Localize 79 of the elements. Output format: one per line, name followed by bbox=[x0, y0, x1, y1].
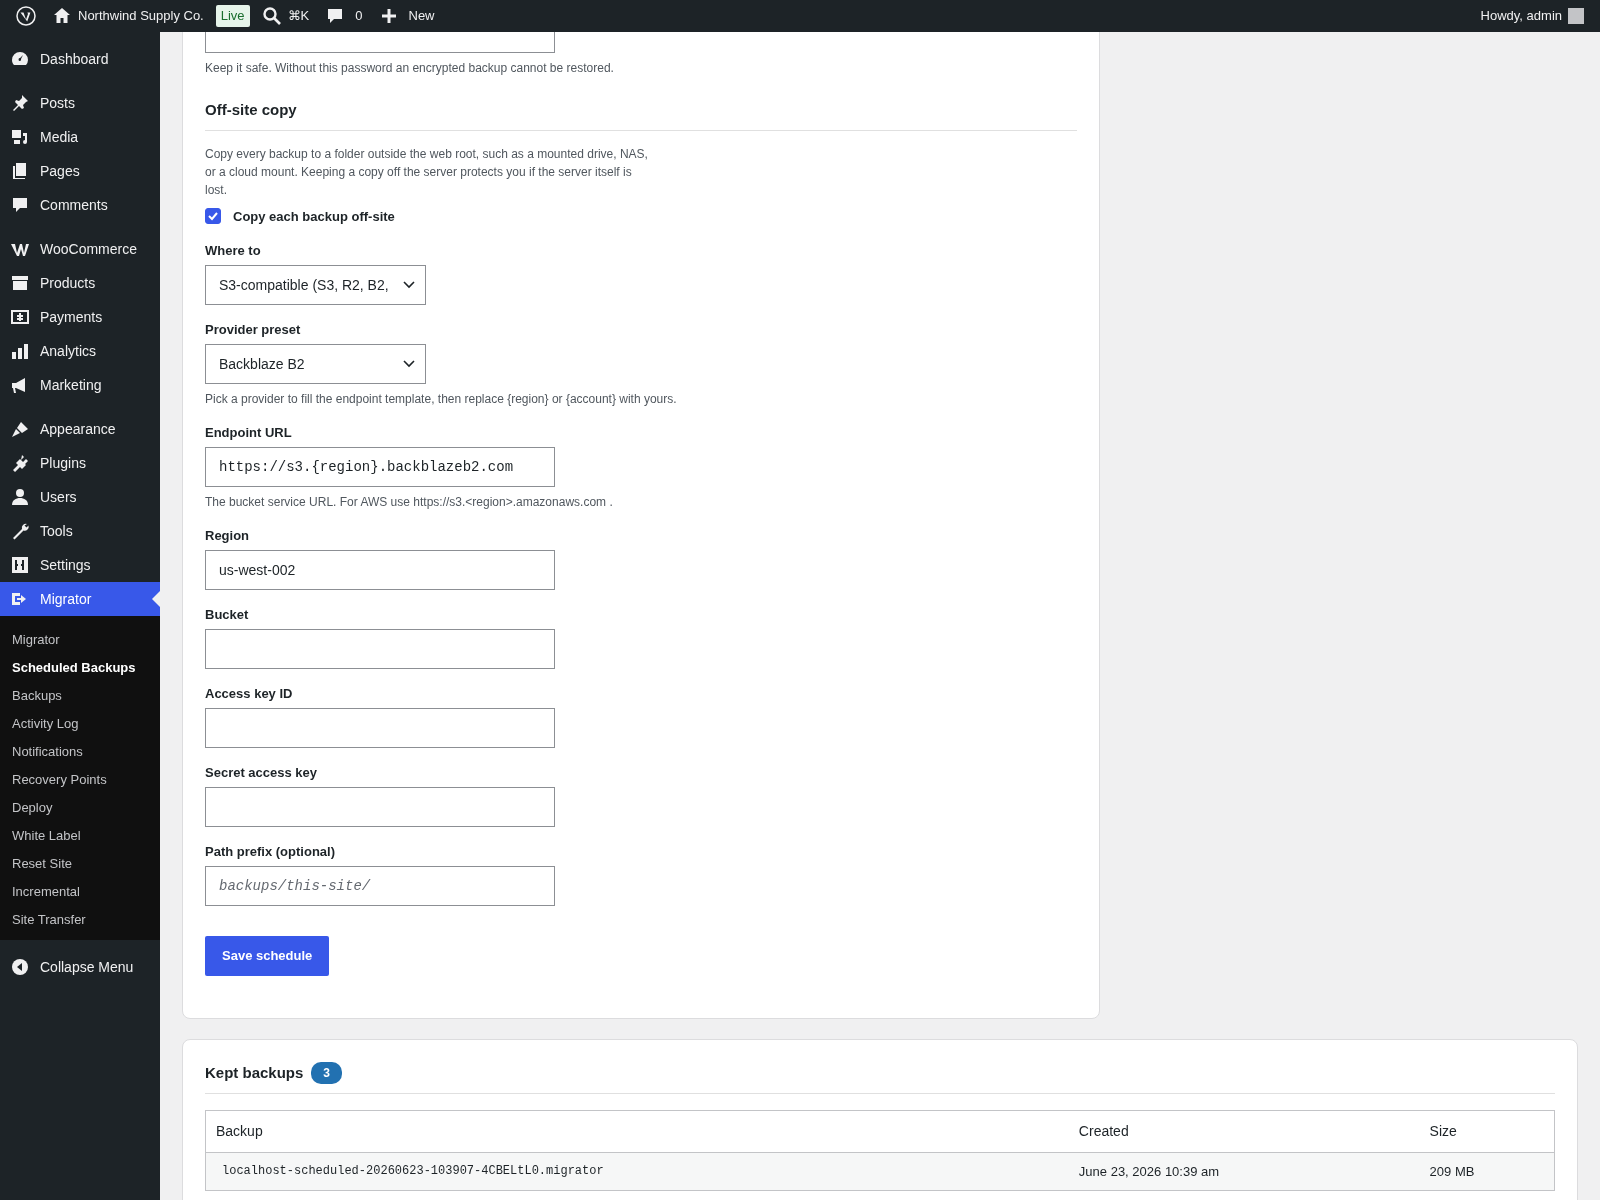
sidebar-item[interactable]: Payments bbox=[0, 300, 160, 334]
sidebar-item[interactable]: Posts bbox=[0, 86, 160, 120]
sidebar-item[interactable]: Appearance bbox=[0, 412, 160, 446]
input-field[interactable] bbox=[205, 787, 555, 827]
payments-icon bbox=[10, 307, 30, 327]
column-header: Created bbox=[1068, 1110, 1420, 1152]
bar-chart-icon bbox=[10, 341, 30, 361]
table-cell: localhost-scheduled-20260623-103907-4CBELtL0.migrator bbox=[205, 1152, 1069, 1191]
count-badge: 3 bbox=[311, 1062, 343, 1085]
section-heading: Off-site copy bbox=[205, 99, 1077, 131]
field-label: Endpoint URL bbox=[205, 425, 293, 441]
submenu-item[interactable]: Notifications bbox=[0, 738, 160, 766]
submenu-item[interactable]: Deploy bbox=[0, 794, 160, 822]
submenu-item[interactable]: Backups bbox=[0, 682, 160, 710]
card-title: Kept backups bbox=[205, 1063, 304, 1083]
table-cell: June 23, 2026 10:39 am bbox=[1068, 1152, 1420, 1191]
sidebar-item[interactable]: Pages bbox=[0, 154, 160, 188]
input-field[interactable] bbox=[205, 708, 555, 748]
greeting-link[interactable]: Howdy, admin bbox=[1480, 6, 1562, 26]
media-icon bbox=[10, 127, 30, 147]
field-label: Secret access key bbox=[205, 765, 319, 781]
home-icon bbox=[52, 6, 72, 26]
sidebar-item[interactable]: WooCommerce bbox=[0, 232, 160, 266]
user-icon bbox=[10, 487, 30, 507]
environment-badge: Live bbox=[215, 5, 250, 27]
column-header: Size bbox=[1419, 1110, 1555, 1152]
left-arrow-circle-icon bbox=[10, 957, 30, 977]
submenu-item[interactable]: Recovery Points bbox=[0, 766, 160, 794]
sidebar-item[interactable]: Comments bbox=[0, 188, 160, 222]
field-label: Bucket bbox=[205, 607, 250, 623]
checkbox[interactable] bbox=[205, 208, 221, 225]
field-label: Path prefix (optional) bbox=[205, 844, 336, 860]
input-field[interactable]: backups/this-site/ bbox=[205, 866, 555, 906]
sidebar-item[interactable]: Settings bbox=[0, 548, 160, 582]
sidebar-item[interactable]: Plugins bbox=[0, 446, 160, 480]
input-field[interactable]: https://s3.{region}.backblazeb2.com bbox=[205, 447, 555, 487]
input-field[interactable]: us-west-002 bbox=[205, 550, 555, 590]
comment-icon bbox=[10, 195, 30, 215]
help-text: Pick a provider to fill the endpoint template, then replace {region} or {account} with yours. bbox=[205, 391, 678, 408]
sidebar-item[interactable]: Products bbox=[0, 266, 160, 300]
shortcut-label[interactable]: ⌘K bbox=[287, 6, 310, 26]
help-text: Keep it safe. Without this password an encrypted backup cannot be restored. bbox=[205, 60, 615, 77]
submenu-item[interactable]: White Label bbox=[0, 822, 160, 850]
submenu-item[interactable]: Site Transfer bbox=[0, 906, 160, 934]
sidebar-item[interactable]: Users bbox=[0, 480, 160, 514]
collapse-menu-button[interactable]: Collapse Menu bbox=[0, 950, 160, 984]
archive-icon bbox=[10, 273, 30, 293]
comment-count[interactable]: 0 bbox=[355, 6, 363, 26]
input-field[interactable] bbox=[205, 629, 555, 669]
column-header: Backup bbox=[205, 1110, 1069, 1152]
checkbox-label: Copy each backup off-site bbox=[233, 207, 395, 226]
section-description: Copy every backup to a folder outside the web root, such as a mounted drive, NAS, or a cloud mount. Keeping a copy off the server protects you if the server itself is lost. bbox=[205, 145, 649, 199]
field-label: Region bbox=[205, 528, 251, 544]
field-label: Provider preset bbox=[205, 322, 302, 338]
select-field[interactable]: S3-compatible (S3, R2, B2, bbox=[205, 265, 426, 305]
save-button[interactable]: Save schedule bbox=[205, 936, 330, 976]
sidebar-item[interactable]: Dashboard bbox=[0, 42, 160, 76]
sidebar-item[interactable]: Analytics bbox=[0, 334, 160, 368]
caret-icon bbox=[403, 360, 415, 368]
table-cell: 209 MB bbox=[1419, 1152, 1555, 1191]
sidebar-item[interactable]: Tools bbox=[0, 514, 160, 548]
new-link[interactable]: New bbox=[408, 6, 435, 26]
field-label: Access key ID bbox=[205, 686, 294, 702]
sidebar-item[interactable]: Migrator bbox=[0, 582, 160, 616]
submenu-item[interactable]: Reset Site bbox=[0, 850, 160, 878]
avatar-icon bbox=[1568, 8, 1584, 24]
sidebar-item[interactable]: Marketing bbox=[0, 368, 160, 402]
submenu-item[interactable]: Scheduled Backups bbox=[0, 654, 160, 682]
submenu-item[interactable]: Activity Log bbox=[0, 710, 160, 738]
field-label: Where to bbox=[205, 243, 262, 259]
caret-icon bbox=[403, 281, 415, 289]
select-field[interactable]: Backblaze B2 bbox=[205, 344, 426, 384]
submenu-item[interactable]: Migrator bbox=[0, 626, 160, 654]
search-icon bbox=[261, 6, 282, 26]
brush-icon bbox=[10, 419, 30, 439]
site-name-link[interactable]: Northwind Supply Co. bbox=[78, 6, 204, 26]
sidebar-item[interactable]: Media bbox=[0, 120, 160, 154]
submenu-item[interactable]: Incremental bbox=[0, 878, 160, 906]
help-text: The bucket service URL. For AWS use https://s3.<region>.amazonaws.com . bbox=[205, 494, 614, 511]
